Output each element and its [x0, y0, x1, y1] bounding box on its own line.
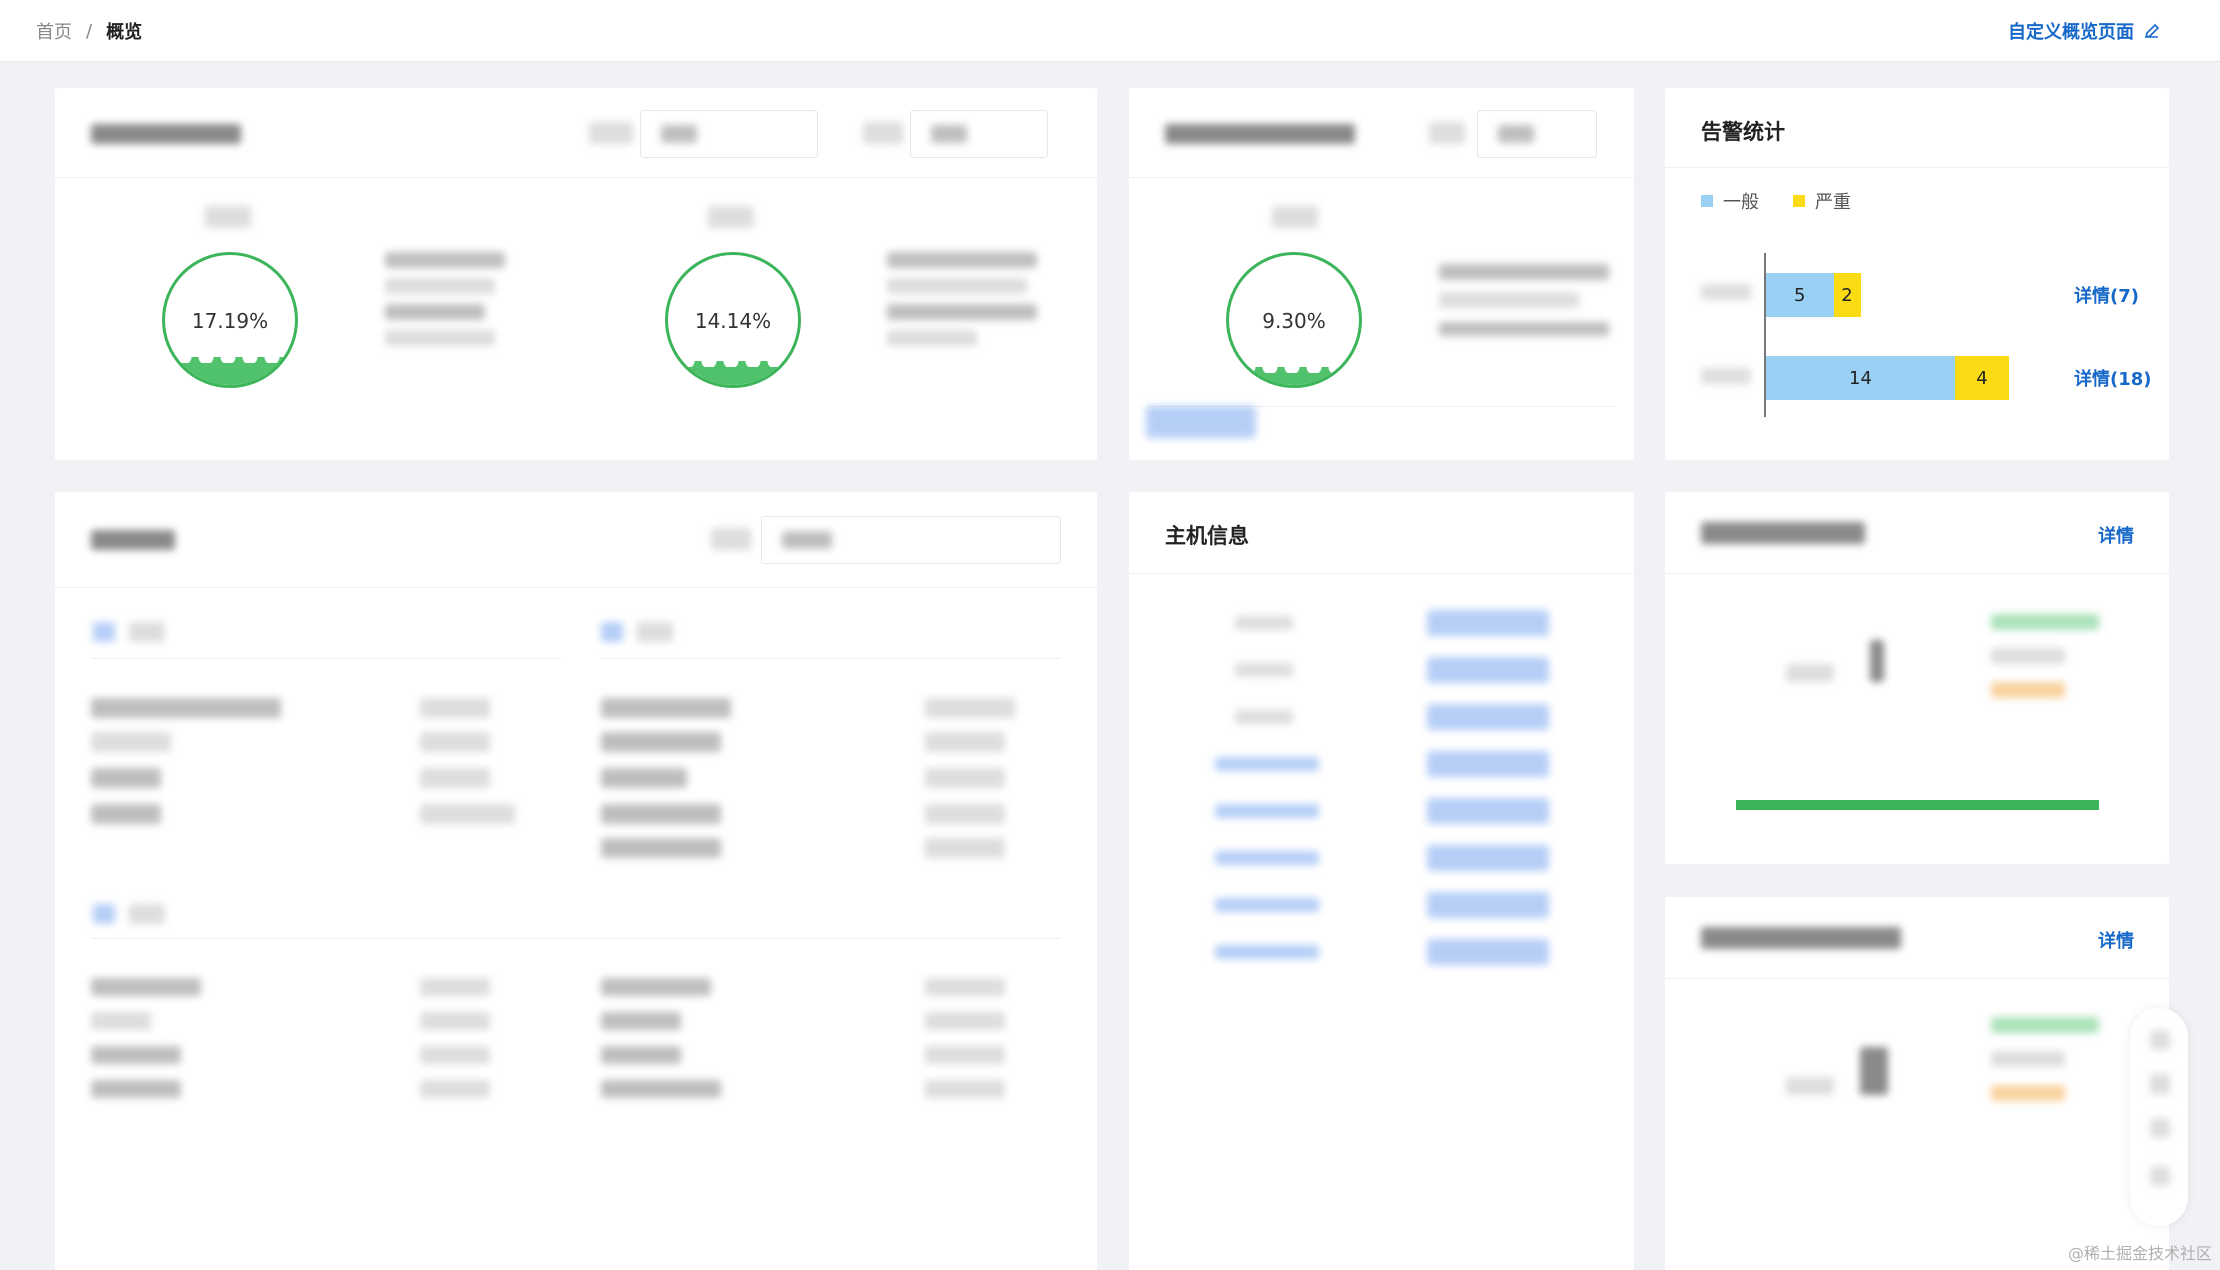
side-stat-1-detail-link[interactable]: 详情	[2098, 522, 2134, 548]
host-info-value[interactable]	[1427, 704, 1549, 730]
side-stat-card-2-header: 详情	[1665, 897, 2169, 979]
host-info-label	[1215, 757, 1319, 771]
host-info-label	[1235, 616, 1293, 630]
host-info-title: 主机信息	[1165, 524, 1249, 548]
edit-icon	[2144, 23, 2160, 39]
side-stat-card-1-header: 详情	[1665, 492, 2169, 574]
gauge-percent-label: 9.30%	[1262, 309, 1326, 333]
host-info-label	[1235, 710, 1293, 724]
filter-select-3[interactable]	[1477, 110, 1597, 158]
filter-select-1[interactable]	[640, 110, 818, 158]
gauge-fill	[668, 360, 798, 385]
blurred-active-tab[interactable]	[1146, 406, 1256, 438]
blurred-filter-label-2	[863, 122, 903, 144]
usage-gauge-3: 9.30%	[1226, 252, 1362, 388]
host-info-label	[1215, 851, 1319, 865]
breadcrumb-home[interactable]: 首页	[36, 18, 72, 44]
progress-fill	[1736, 800, 2099, 810]
gauge-percent-label: 14.14%	[694, 309, 772, 333]
floating-toolbar	[2130, 1008, 2188, 1226]
filter-select-2[interactable]	[910, 110, 1048, 158]
host-info-value[interactable]	[1427, 798, 1549, 824]
host-info-header: 主机信息	[1129, 492, 1634, 574]
blurred-category-label	[1701, 368, 1751, 384]
host-info-value[interactable]	[1427, 892, 1549, 918]
host-info-value[interactable]	[1427, 939, 1549, 965]
blurred-card-title	[91, 124, 241, 144]
usage-card-2: 9.30%	[1129, 88, 1634, 460]
legend-label-general: 一般	[1723, 192, 1759, 213]
blurred-category-label	[1701, 284, 1751, 300]
watermark: @稀土掘金技术社区	[2067, 1244, 2212, 1263]
gauge-fill	[165, 356, 295, 385]
legend-swatch-general	[1701, 195, 1713, 207]
float-tool-2[interactable]	[2150, 1074, 2170, 1094]
alarm-statistics-header: 告警统计	[1665, 88, 2169, 168]
host-info-value[interactable]	[1427, 610, 1549, 636]
host-info-label	[1215, 945, 1319, 959]
host-info-label	[1235, 663, 1293, 677]
top-bar: 首页 / 概览 自定义概览页面	[0, 0, 2220, 62]
usage-gauge-2: 14.14%	[665, 252, 801, 388]
host-info-label	[1215, 804, 1319, 818]
side-stat-2-detail-link[interactable]: 详情	[2098, 927, 2134, 953]
legend-item-general[interactable]: 一般	[1701, 188, 1759, 214]
blurred-filter-label	[589, 122, 633, 144]
instance-list-header	[55, 492, 1097, 588]
progress-track	[1736, 800, 2099, 810]
usage-card-2-header	[1129, 88, 1634, 178]
host-info-value[interactable]	[1427, 845, 1549, 871]
side-stat-card-2: 详情	[1665, 897, 2169, 1270]
resource-usage-card-header	[55, 88, 1097, 178]
host-info-label	[1215, 898, 1319, 912]
blurred-gauge-label	[708, 206, 754, 228]
host-info-card: 主机信息	[1129, 492, 1634, 1270]
legend-label-severe: 严重	[1815, 192, 1851, 213]
bar-severe-2[interactable]: 4	[1955, 356, 2009, 400]
breadcrumb-current: 概览	[106, 22, 143, 43]
legend-item-severe[interactable]: 严重	[1793, 188, 1851, 214]
breadcrumb: 首页 / 概览	[36, 18, 142, 44]
host-info-value[interactable]	[1427, 657, 1549, 683]
float-tool-4[interactable]	[2150, 1166, 2170, 1186]
bar-severe-1[interactable]: 2	[1833, 273, 1861, 317]
alarm-detail-link-2[interactable]: 详情(18)	[2074, 365, 2152, 391]
gauge-fill	[1229, 366, 1359, 385]
alarm-statistics-title: 告警统计	[1701, 120, 1785, 144]
instance-list-card	[55, 492, 1097, 1270]
alarm-detail-link-1[interactable]: 详情(7)	[2074, 282, 2139, 308]
host-info-value[interactable]	[1427, 751, 1549, 777]
gauge-percent-label: 17.19%	[191, 309, 269, 333]
customize-overview-label: 自定义概览页面	[2008, 22, 2134, 43]
alarm-statistics-card: 告警统计 一般 严重 5 2 14 4 详情(7) 详情(18)	[1665, 88, 2169, 460]
legend-swatch-severe	[1793, 195, 1805, 207]
blurred-gauge-label	[205, 206, 251, 228]
side-stat-card-1: 详情	[1665, 492, 2169, 864]
resource-usage-card: 17.19% 14.14%	[55, 88, 1097, 460]
float-tool-1[interactable]	[2150, 1030, 2170, 1050]
bar-general-1[interactable]: 5	[1766, 273, 1834, 317]
float-tool-3[interactable]	[2150, 1118, 2170, 1138]
bar-general-2[interactable]: 14	[1766, 356, 1955, 400]
chart-legend: 一般 严重	[1701, 188, 1851, 214]
breadcrumb-separator: /	[86, 20, 93, 42]
filter-select-4[interactable]	[761, 516, 1061, 564]
customize-overview-button[interactable]: 自定义概览页面	[2008, 18, 2160, 44]
usage-gauge-1: 17.19%	[162, 252, 298, 388]
